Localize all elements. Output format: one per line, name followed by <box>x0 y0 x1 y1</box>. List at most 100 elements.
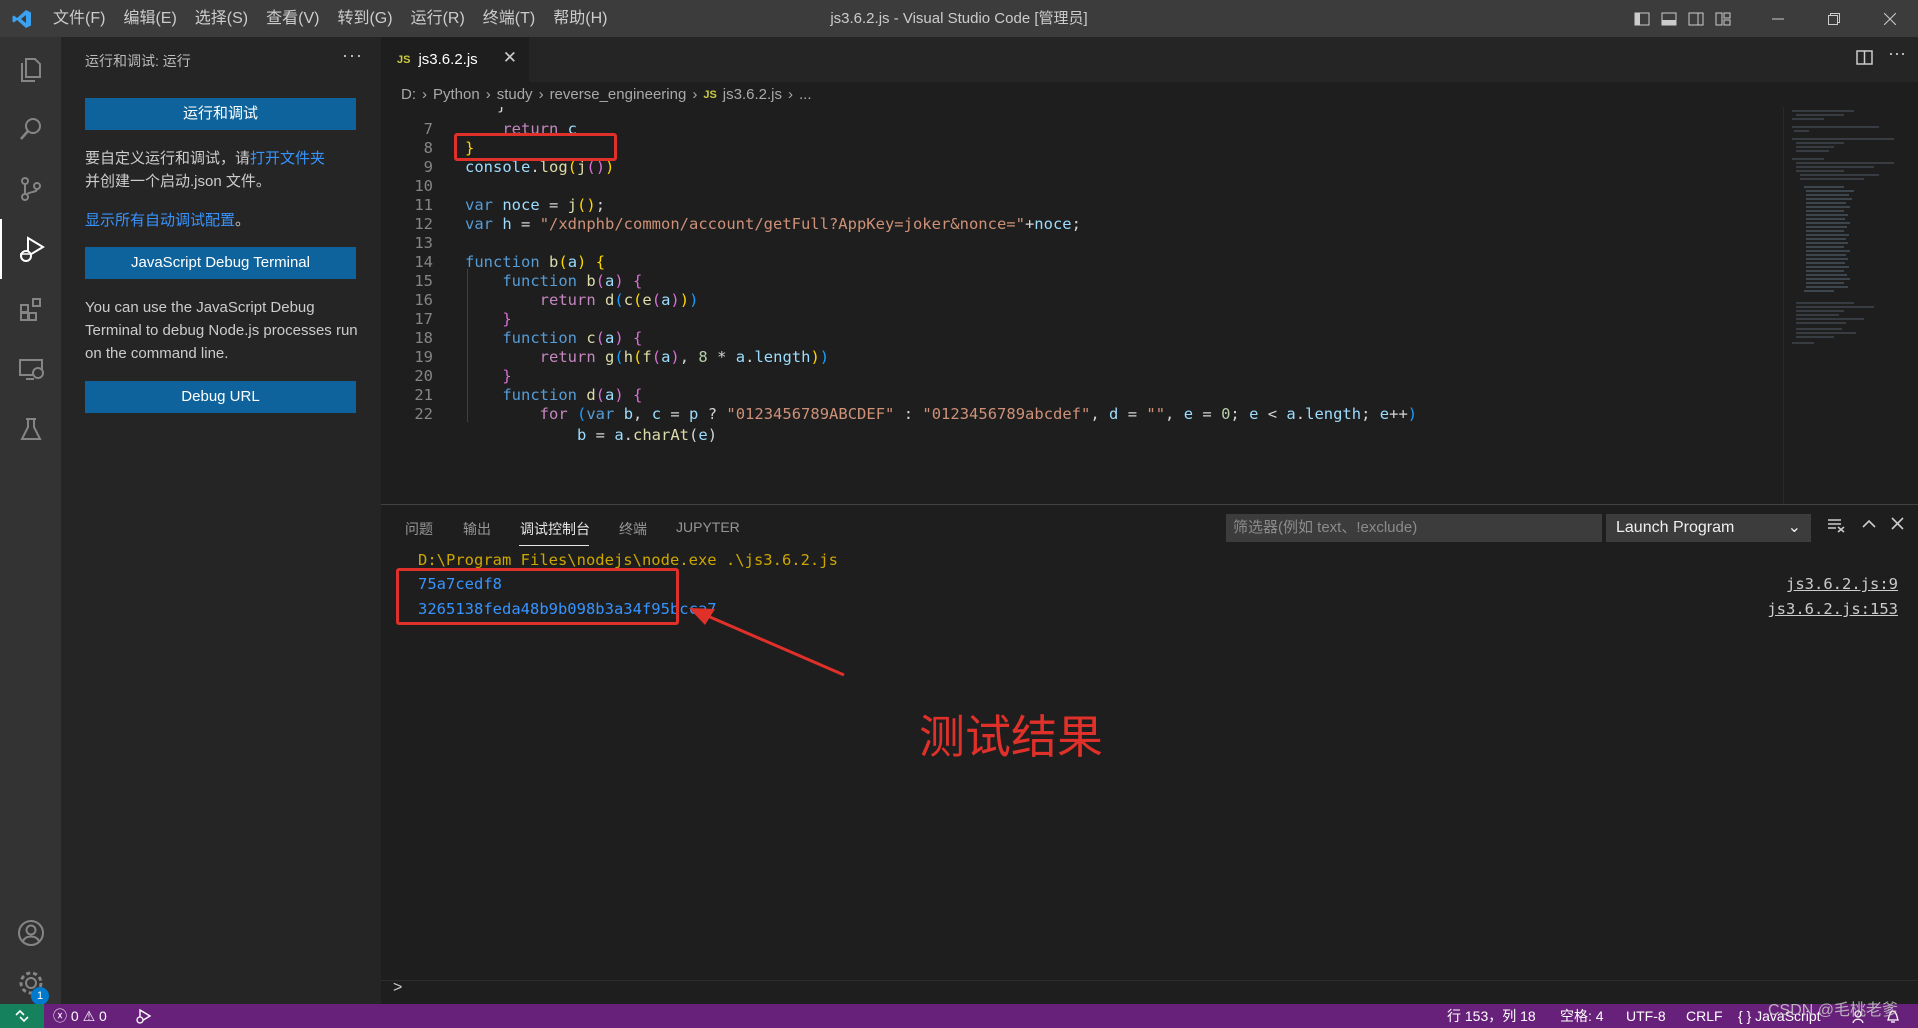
tab-terminal[interactable]: 终端 <box>619 519 647 539</box>
watermark: CSDN @毛桃老爹 <box>1767 1002 1898 1019</box>
chevron-right-icon: › <box>422 86 427 103</box>
toggle-secondary-sidebar-icon[interactable] <box>1682 0 1709 37</box>
minimap-preview <box>1792 110 1894 344</box>
status-bar: ⓧ 0 ⚠ 0 行 153，列 18 空格: 4 UTF-8 CRLF { } … <box>0 1004 1918 1028</box>
error-count: 0 <box>70 1008 79 1024</box>
menu-edit[interactable]: 编辑(E) <box>114 0 185 37</box>
cursor-position[interactable]: 行 153，列 18 <box>1447 1004 1536 1028</box>
menu-view[interactable]: 查看(V) <box>257 0 328 37</box>
problems-status[interactable]: ⓧ 0 ⚠ 0 <box>53 1004 107 1028</box>
eol-status[interactable]: CRLF <box>1686 1004 1723 1028</box>
indent-guide <box>467 269 468 422</box>
error-icon: ⓧ <box>53 1008 67 1024</box>
run-debug-icon[interactable] <box>0 219 61 279</box>
tab-js3-6-2[interactable]: JS js3.6.2.js ✕ <box>381 37 529 82</box>
settings-badge: 1 <box>31 987 49 1005</box>
js-debug-terminal-button[interactable]: JavaScript Debug Terminal <box>85 247 356 279</box>
vscode-window: 文件(F) 编辑(E) 选择(S) 查看(V) 转到(G) 运行(R) 终端(T… <box>0 0 1918 1028</box>
chevron-right-icon: › <box>692 86 698 103</box>
annotation-arrow-icon <box>689 608 845 677</box>
activity-bar: 1 <box>0 37 61 1005</box>
breadcrumb-item[interactable]: D: <box>401 86 416 103</box>
show-all-configs-link[interactable]: 显示所有自动调试配置 <box>85 212 235 229</box>
launch-config-value: Launch Program <box>1616 519 1735 536</box>
breadcrumb-item[interactable]: study <box>497 86 533 103</box>
run-and-debug-button[interactable]: 运行和调试 <box>85 98 356 130</box>
sidebar-title: 运行和调试: 运行 <box>85 53 191 69</box>
show-configs-line: 显示所有自动调试配置。 <box>85 209 365 232</box>
breadcrumb-item[interactable]: reverse_engineering <box>550 86 687 103</box>
toggle-primary-sidebar-icon[interactable] <box>1628 0 1655 37</box>
close-panel-icon[interactable] <box>1891 517 1904 535</box>
javascript-file-icon: JS <box>703 88 717 101</box>
chevron-down-icon: ⌄ <box>1787 519 1801 536</box>
debug-url-button[interactable]: Debug URL <box>85 381 356 413</box>
customize-text-2: 并创建一个启动.json 文件。 <box>85 173 271 190</box>
tab-jupyter[interactable]: JUPYTER <box>676 519 740 535</box>
bottom-panel: 问题 输出 调试控制台 终端 JUPYTER 筛选器(例如 text、!excl… <box>381 504 1918 1004</box>
extensions-icon[interactable] <box>0 279 61 339</box>
testing-icon[interactable] <box>0 399 61 459</box>
console-command: D:\Program Files\nodejs\node.exe .\js3.6… <box>418 551 838 569</box>
close-window-icon[interactable] <box>1862 0 1918 37</box>
output-1-source-link[interactable]: js3.6.2.js:9 <box>1786 575 1898 593</box>
toggle-panel-icon[interactable] <box>1655 0 1682 37</box>
menu-file[interactable]: 文件(F) <box>44 0 114 37</box>
active-tab-indicator <box>519 545 589 546</box>
breadcrumb-item[interactable]: js3.6.2.js <box>723 86 782 103</box>
breadcrumb-item[interactable]: ... <box>799 86 812 103</box>
indentation-status[interactable]: 空格: 4 <box>1560 1004 1604 1028</box>
warning-icon: ⚠ <box>82 1008 96 1024</box>
maximize-panel-icon[interactable] <box>1862 517 1876 536</box>
debug-console-filter-input[interactable]: 筛选器(例如 text、!exclude) <box>1226 514 1602 542</box>
code-editor[interactable]: } 7 return c 8} 9console.log(j()) 10 11v… <box>381 107 1783 504</box>
split-editor-icon[interactable] <box>1856 49 1873 71</box>
javascript-file-icon: JS <box>397 53 411 66</box>
minimize-icon[interactable] <box>1750 0 1806 37</box>
chevron-right-icon: › <box>485 86 491 103</box>
source-control-icon[interactable] <box>0 159 61 219</box>
debug-launch-icon[interactable] <box>135 1004 153 1028</box>
code-line-partial: b = a.charAt(e) <box>576 426 718 444</box>
restore-icon[interactable] <box>1806 0 1862 37</box>
encoding-status[interactable]: UTF-8 <box>1626 1004 1666 1028</box>
breadcrumb: D: › Python › study › reverse_engineerin… <box>381 82 1918 107</box>
output-2-source-link[interactable]: js3.6.2.js:153 <box>1767 600 1898 618</box>
breadcrumb-item[interactable]: Python <box>433 86 480 103</box>
warning-count: 0 <box>99 1008 107 1024</box>
tab-output[interactable]: 输出 <box>463 519 491 539</box>
highlight-box-console-log <box>454 133 617 161</box>
customize-hint: 要自定义运行和调试，请打开文件夹 并创建一个启动.json 文件。 <box>85 147 365 193</box>
remote-indicator-icon[interactable] <box>0 1004 44 1028</box>
customize-layout-icon[interactable] <box>1709 0 1736 37</box>
sidebar-more-actions[interactable]: ··· <box>342 45 363 66</box>
clear-console-icon[interactable] <box>1827 517 1845 538</box>
js-debug-terminal-description: You can use the JavaScript Debug Termina… <box>85 299 358 362</box>
search-icon[interactable] <box>0 99 61 159</box>
menu-go[interactable]: 转到(G) <box>328 0 401 37</box>
editor-scrollbar[interactable] <box>1903 107 1918 504</box>
vscode-logo-icon <box>0 0 44 37</box>
menu-run[interactable]: 运行(R) <box>402 0 474 37</box>
remote-explorer-icon[interactable] <box>0 339 61 399</box>
tab-problems[interactable]: 问题 <box>405 519 433 539</box>
title-bar: 文件(F) 编辑(E) 选择(S) 查看(V) 转到(G) 运行(R) 终端(T… <box>0 0 1918 37</box>
code-line-partial: } <box>381 107 1781 117</box>
menu-help[interactable]: 帮助(H) <box>544 0 616 37</box>
tab-debug-console[interactable]: 调试控制台 <box>520 519 590 539</box>
window-controls <box>1628 0 1918 37</box>
close-tab-icon[interactable]: ✕ <box>503 48 517 68</box>
explorer-icon[interactable] <box>0 39 61 99</box>
editor-tabs: JS js3.6.2.js ✕ ··· <box>381 37 1918 82</box>
editor-more-actions-icon[interactable]: ··· <box>1888 43 1906 64</box>
chevron-right-icon: › <box>538 86 544 103</box>
launch-config-select[interactable]: Launch Program ⌄ <box>1606 514 1811 542</box>
run-debug-sidebar: 运行和调试: 运行 ··· 运行和调试 要自定义运行和调试，请打开文件夹 并创建… <box>61 37 381 1004</box>
show-configs-suffix: 。 <box>235 212 251 229</box>
menu-terminal[interactable]: 终端(T) <box>474 0 544 37</box>
menu-bar: 文件(F) 编辑(E) 选择(S) 查看(V) 转到(G) 运行(R) 终端(T… <box>44 0 616 37</box>
open-folder-link[interactable]: 打开文件夹 <box>250 150 325 167</box>
menu-selection[interactable]: 选择(S) <box>186 0 257 37</box>
minimap[interactable] <box>1783 107 1903 504</box>
console-input-prompt[interactable]: > <box>393 979 402 997</box>
